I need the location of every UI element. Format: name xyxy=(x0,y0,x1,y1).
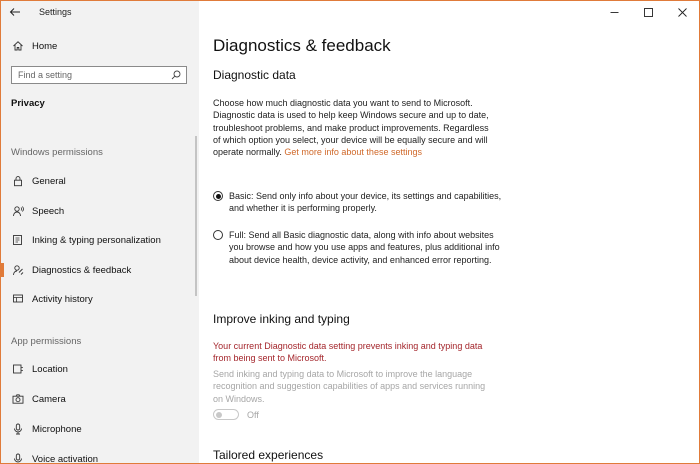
tailored-experiences-title: Tailored experiences xyxy=(213,448,324,462)
sidebar-item-label: Activity history xyxy=(32,293,93,305)
search-input[interactable] xyxy=(12,68,169,82)
page-title: Diagnostics & feedback xyxy=(213,36,391,55)
minimize-button[interactable] xyxy=(597,1,631,23)
sidebar-item-inking-typing[interactable]: Inking & typing personalization xyxy=(1,228,199,252)
sidebar-scrollbar[interactable] xyxy=(195,136,197,296)
sidebar-item-general[interactable]: General xyxy=(1,169,199,193)
radio-option-full[interactable]: Full: Send all Basic diagnostic data, al… xyxy=(213,229,503,266)
sidebar-item-location[interactable]: Location xyxy=(1,357,199,381)
sidebar-item-label: Microphone xyxy=(32,423,82,435)
camera-icon xyxy=(11,392,25,406)
home-icon xyxy=(11,39,25,53)
radio-button-basic[interactable] xyxy=(213,191,223,201)
back-button[interactable] xyxy=(1,1,29,23)
sidebar-item-label: Speech xyxy=(32,205,65,217)
title-bar: Settings xyxy=(1,1,199,23)
inking-toggle-row: Off xyxy=(213,409,259,420)
search-box[interactable] xyxy=(11,66,187,84)
sidebar: Settings Home Privacy Windows permission… xyxy=(1,1,199,463)
inking-warning-text: Your current Diagnostic data setting pre… xyxy=(213,341,483,364)
sidebar-item-label: Diagnostics & feedback xyxy=(32,264,132,276)
sidebar-item-diagnostics[interactable]: Diagnostics & feedback xyxy=(1,258,199,282)
sidebar-item-camera[interactable]: Camera xyxy=(1,387,199,411)
activity-icon xyxy=(11,292,25,306)
sidebar-item-label: Camera xyxy=(32,393,66,405)
sidebar-item-label: Voice activation xyxy=(32,453,99,464)
diagnostics-icon xyxy=(11,263,25,277)
sidebar-item-microphone[interactable]: Microphone xyxy=(1,417,199,441)
maximize-icon xyxy=(643,7,653,17)
sidebar-item-label: General xyxy=(32,175,66,187)
nav-home-label: Home xyxy=(32,40,58,52)
radio-button-full[interactable] xyxy=(213,230,223,240)
inking-description: Send inking and typing data to Microsoft… xyxy=(213,369,486,404)
inking-icon xyxy=(11,233,25,247)
maximize-button[interactable] xyxy=(631,1,665,23)
back-arrow-icon xyxy=(9,8,20,16)
nav-home[interactable]: Home xyxy=(1,36,199,56)
search-icon[interactable] xyxy=(169,68,183,82)
radio-label-full: Full: Send all Basic diagnostic data, al… xyxy=(229,230,500,265)
voice-icon xyxy=(11,452,25,463)
lock-icon xyxy=(11,174,25,188)
main-content: Diagnostics & feedback Diagnostic data C… xyxy=(199,1,699,463)
speech-icon xyxy=(11,204,25,218)
close-icon xyxy=(677,7,687,17)
settings-window: Settings Home Privacy Windows permission… xyxy=(0,0,700,464)
sidebar-item-label: Inking & typing personalization xyxy=(32,234,161,246)
sidebar-item-label: Location xyxy=(32,363,68,375)
more-info-link[interactable]: Get more info about these settings xyxy=(284,147,422,157)
sidebar-item-activity-history[interactable]: Activity history xyxy=(1,287,199,311)
location-icon xyxy=(11,362,25,376)
inking-toggle-label: Off xyxy=(247,409,259,420)
category-title: Privacy xyxy=(11,98,45,109)
section-header-app-permissions: App permissions xyxy=(11,336,82,347)
app-title: Settings xyxy=(39,7,72,17)
improve-inking-title: Improve inking and typing xyxy=(213,312,350,326)
sidebar-item-speech[interactable]: Speech xyxy=(1,199,199,223)
inking-toggle-switch[interactable] xyxy=(213,409,239,420)
diagnostic-description: Choose how much diagnostic data you want… xyxy=(213,97,491,158)
close-button[interactable] xyxy=(665,1,699,23)
window-controls xyxy=(597,1,699,23)
section-header-windows-permissions: Windows permissions xyxy=(11,147,103,158)
radio-label-basic: Basic: Send only info about your device,… xyxy=(229,191,502,214)
minimize-icon xyxy=(610,11,618,13)
sidebar-item-voice-activation[interactable]: Voice activation xyxy=(1,447,199,463)
radio-option-basic[interactable]: Basic: Send only info about your device,… xyxy=(213,190,503,215)
diagnostic-data-title: Diagnostic data xyxy=(213,68,296,82)
microphone-icon xyxy=(11,422,25,436)
